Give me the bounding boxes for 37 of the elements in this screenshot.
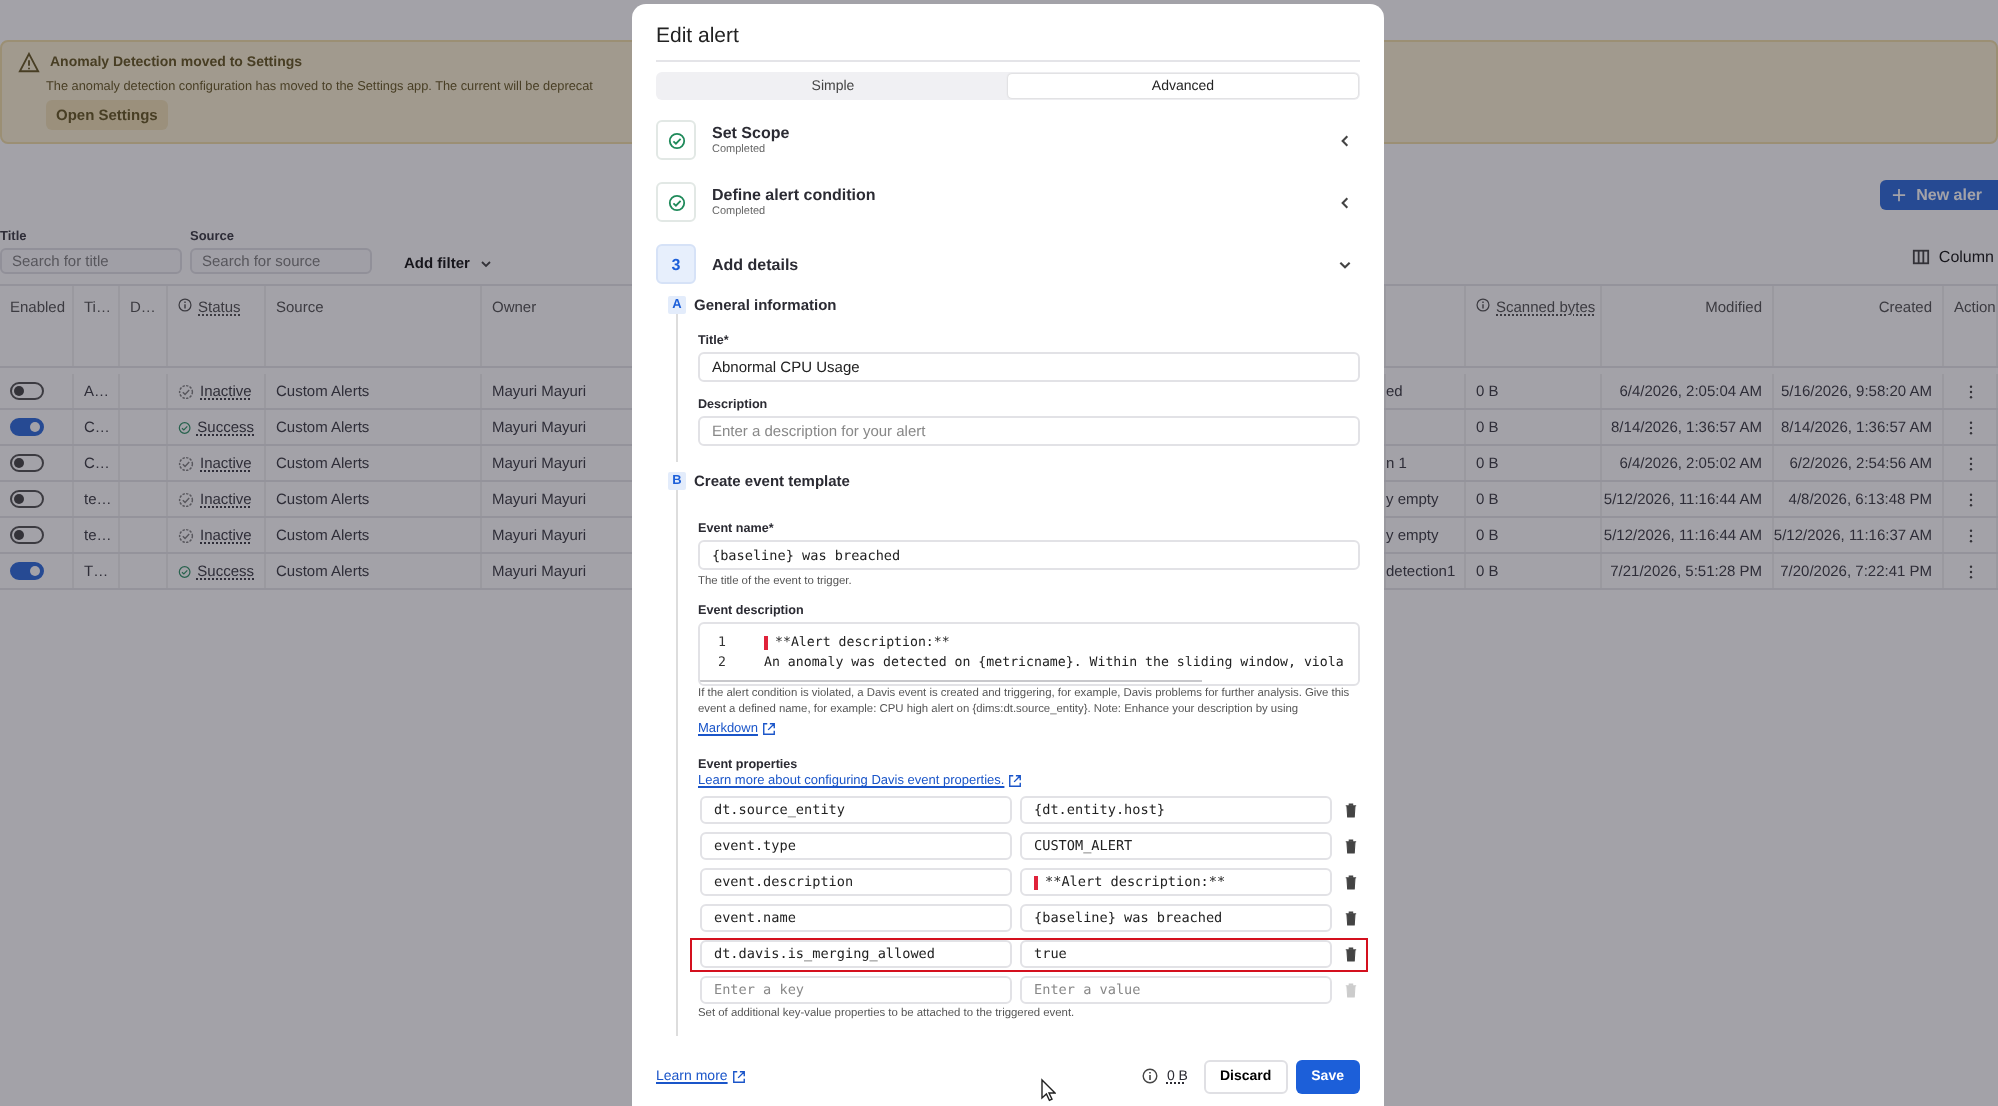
plus-icon <box>1892 188 1907 202</box>
trash-icon[interactable] <box>1344 802 1359 819</box>
info-icon <box>178 298 192 312</box>
kebab-menu-icon[interactable] <box>1967 455 1973 471</box>
chevron-down-icon[interactable] <box>1338 257 1352 271</box>
dialog-title: Edit alert <box>656 24 1360 62</box>
info-icon <box>1142 1068 1159 1085</box>
info-icon <box>1476 298 1490 312</box>
trash-icon[interactable] <box>1344 874 1359 891</box>
columns-icon <box>1912 248 1931 266</box>
step-title[interactable]: Set Scope <box>712 124 1322 142</box>
warning-icon <box>18 52 40 74</box>
toggle-switch[interactable] <box>10 562 44 580</box>
trash-icon[interactable] <box>1344 946 1359 963</box>
toggle-switch[interactable] <box>10 382 44 400</box>
external-link-icon <box>1008 773 1023 788</box>
kebab-menu-icon[interactable] <box>1967 527 1973 543</box>
chevron-left-icon[interactable] <box>1338 195 1352 209</box>
step-title[interactable]: Add details <box>712 255 1322 273</box>
toggle-switch[interactable] <box>10 526 44 544</box>
trash-icon[interactable] <box>1344 838 1359 855</box>
trash-icon <box>1344 982 1359 999</box>
trash-icon[interactable] <box>1344 910 1359 927</box>
toggle-switch[interactable] <box>10 454 44 472</box>
kebab-menu-icon[interactable] <box>1967 491 1973 507</box>
kebab-menu-icon[interactable] <box>1967 383 1973 399</box>
toggle-switch[interactable] <box>10 490 44 508</box>
external-link-icon <box>761 722 776 737</box>
kebab-menu-icon[interactable] <box>1967 563 1973 579</box>
chevron-left-icon[interactable] <box>1338 133 1352 147</box>
step-title[interactable]: Define alert condition <box>712 186 1322 204</box>
step-number-badge: 3 <box>656 244 696 284</box>
toggle-switch[interactable] <box>10 418 44 436</box>
columns-button[interactable]: Column <box>1912 248 1994 274</box>
kebab-menu-icon[interactable] <box>1967 419 1973 435</box>
external-link-icon <box>731 1069 746 1084</box>
caret-icon <box>479 259 492 267</box>
